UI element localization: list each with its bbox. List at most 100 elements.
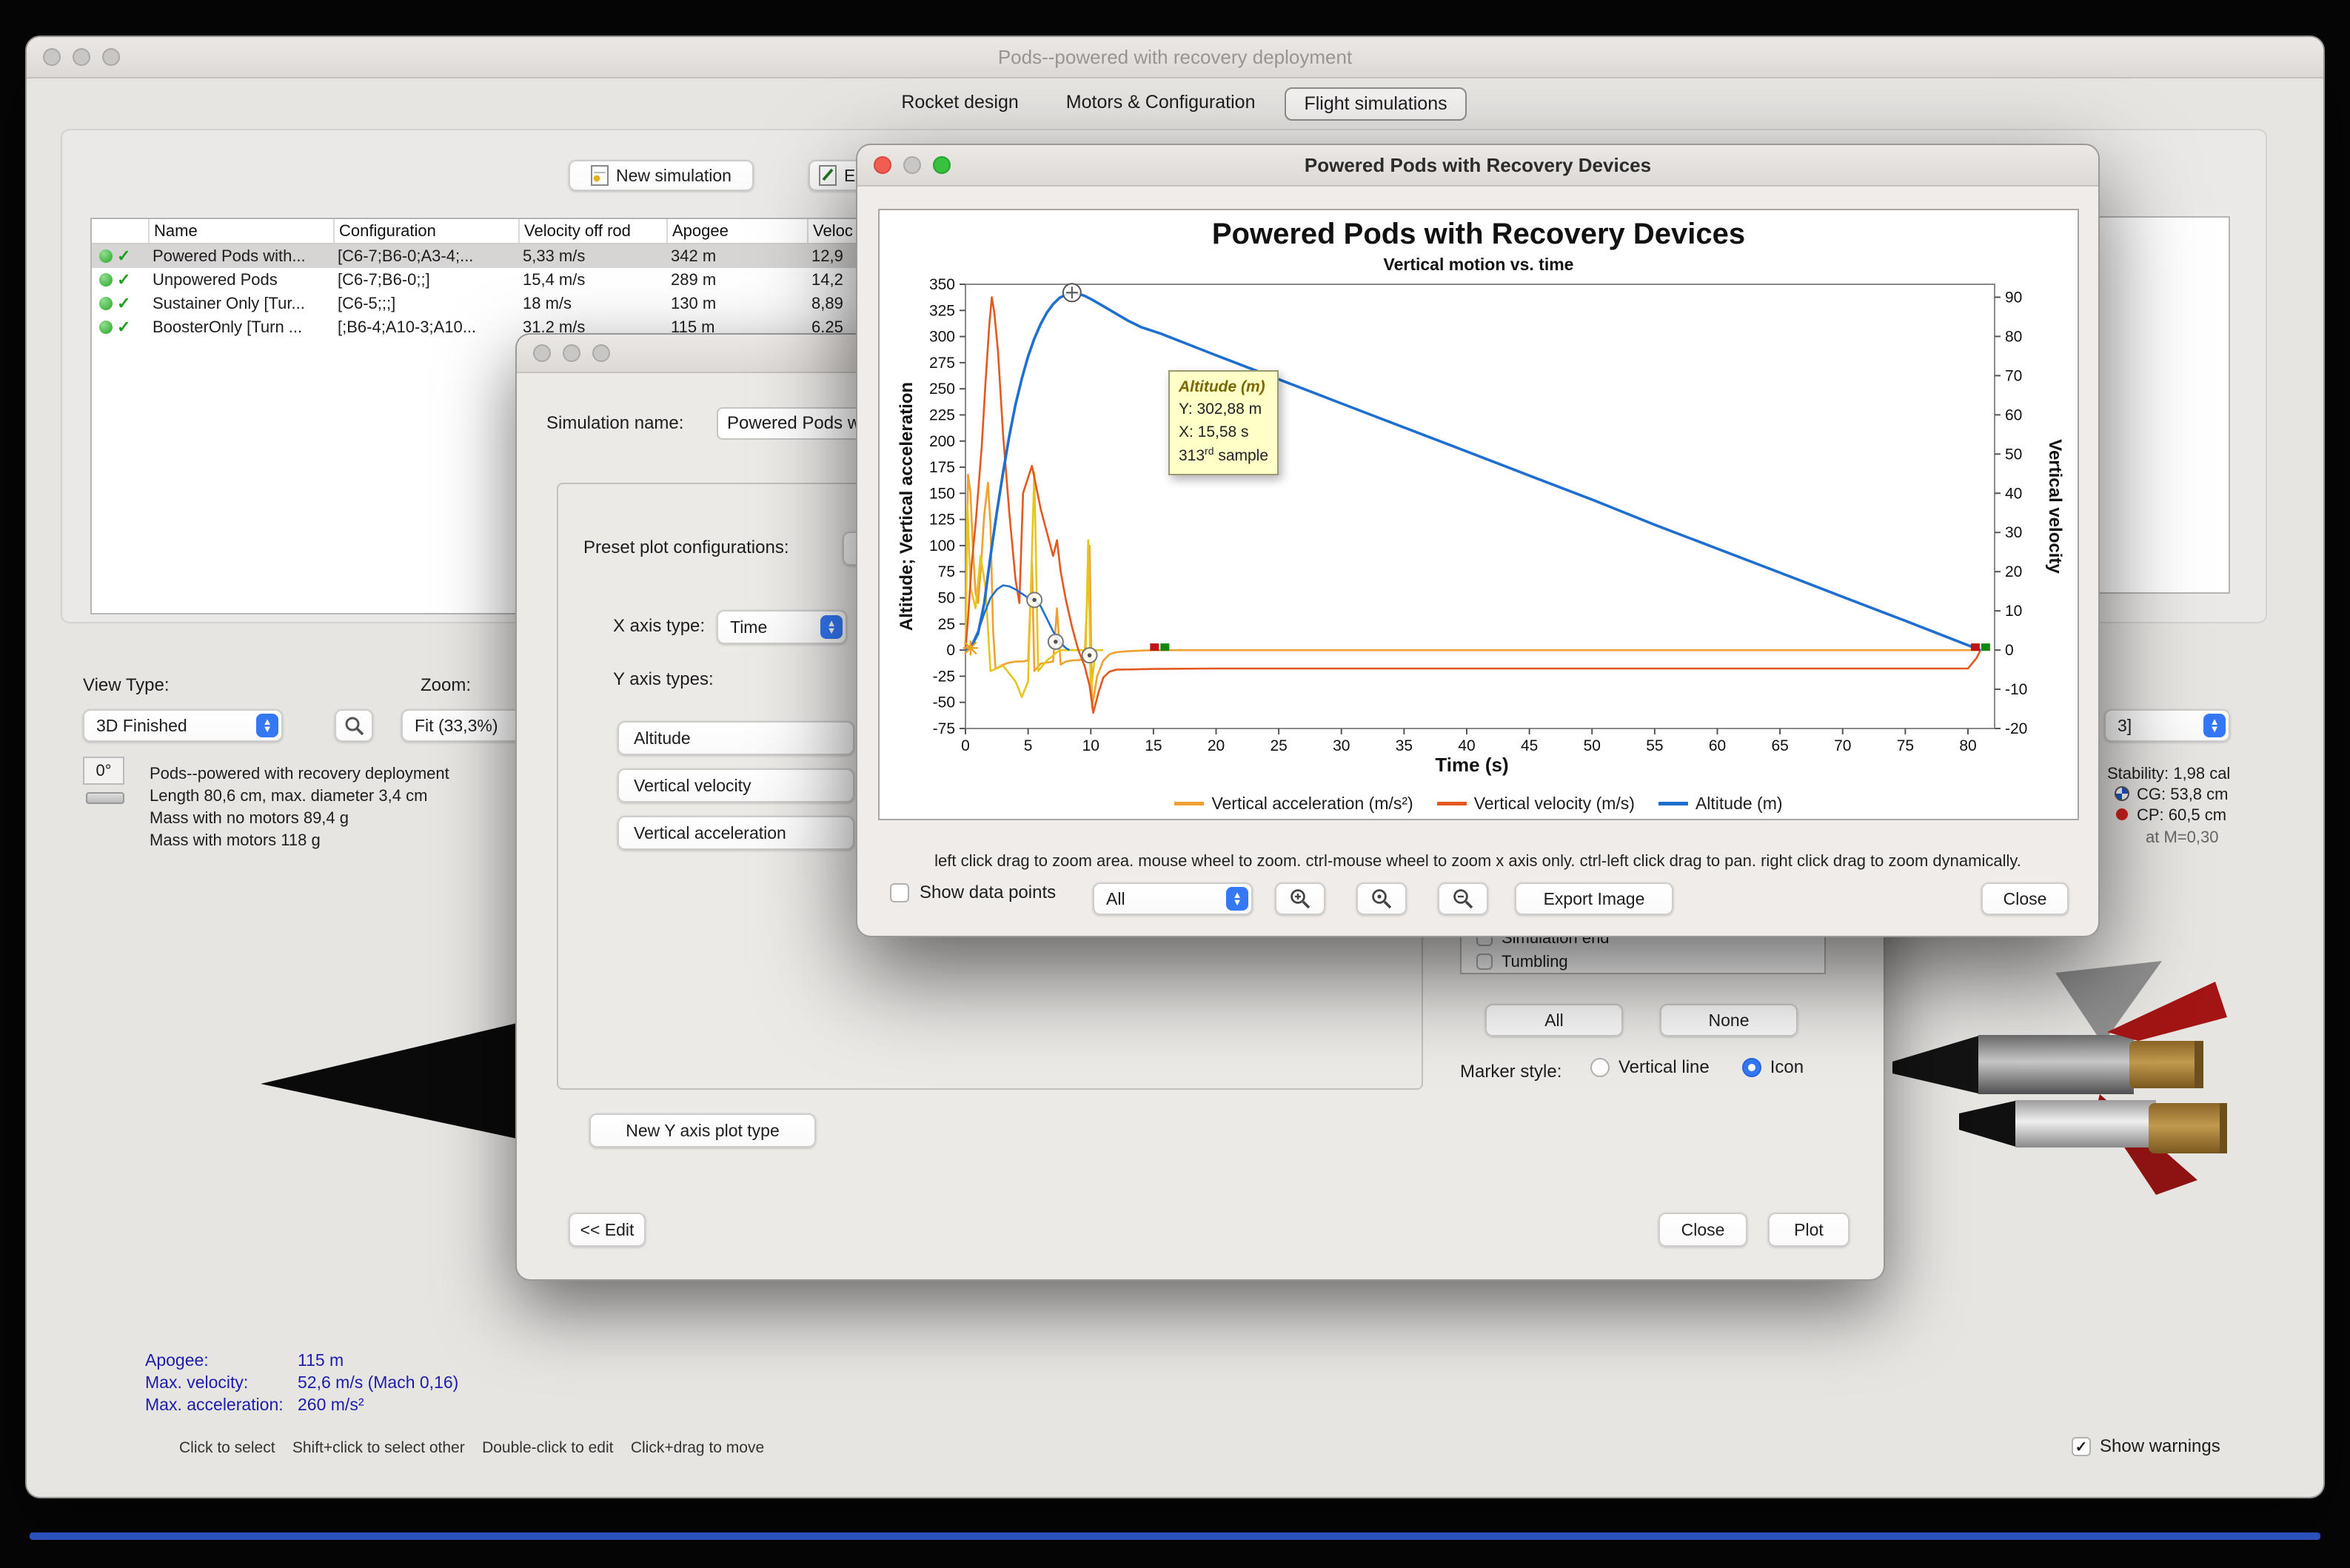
- simulation-name-label: Simulation name:: [546, 413, 684, 433]
- zoom-value: Fit (33,3%): [415, 715, 498, 735]
- svg-text:25: 25: [1270, 737, 1287, 754]
- rotation-angle-value: 0°: [96, 761, 112, 780]
- column-header-velocity-off-rod[interactable]: Velocity off rod: [518, 219, 666, 243]
- rotation-slider[interactable]: [86, 792, 124, 804]
- table-cell: BoosterOnly [Turn ...: [153, 318, 303, 336]
- plot-button[interactable]: Plot: [1768, 1213, 1849, 1247]
- rocket-info-line: Pods--powered with recovery deployment: [150, 764, 449, 783]
- column-header-apogee[interactable]: Apogee: [666, 219, 807, 243]
- zoom-window-button[interactable]: [933, 156, 951, 174]
- zoom-reset-button[interactable]: [1356, 882, 1407, 915]
- table-cell: [C6-5;;;]: [338, 294, 396, 312]
- svg-text:350: 350: [929, 278, 955, 293]
- export-image-button[interactable]: Export Image: [1515, 882, 1673, 915]
- svg-text:25: 25: [938, 616, 955, 633]
- svg-text:80: 80: [2005, 328, 2022, 345]
- zoom-in-button[interactable]: [1275, 882, 1325, 915]
- zoom-out-button[interactable]: [1438, 882, 1488, 915]
- column-header-configuration[interactable]: Configuration: [333, 219, 518, 243]
- event-checkbox[interactable]: [1476, 954, 1493, 970]
- view-type-dropdown[interactable]: 3D Finished ▲ ▼: [83, 709, 283, 742]
- apogee-label: Apogee:: [145, 1350, 209, 1370]
- new-y-axis-plot-type-button[interactable]: New Y axis plot type: [589, 1113, 816, 1147]
- plot-dialog-title: Powered Pods with Recovery Devices: [1304, 153, 1652, 176]
- table-cell: [C6-7;B6-0;;]: [338, 270, 430, 289]
- window-title: Pods--powered with recovery deployment: [997, 45, 1353, 68]
- new-y-axis-label: New Y axis plot type: [626, 1120, 780, 1140]
- tooltip-sample: 313rd sample: [1179, 445, 1269, 465]
- svg-text:70: 70: [1834, 737, 1851, 754]
- show-data-points-control[interactable]: Show data points: [890, 882, 1056, 903]
- plot-dialog: Powered Pods with Recovery Devices Power…: [856, 144, 2100, 937]
- flight-plot-chart[interactable]: 0 5 10 15 20 25 30 35 40 45 50 55 60 65 70 75 80 350 325 30…: [880, 278, 2080, 785]
- chart-panel: Powered Pods with Recovery Devices Verti…: [878, 209, 2079, 820]
- chart-title: Powered Pods with Recovery Devices: [1211, 218, 1746, 250]
- column-header-name[interactable]: Name: [148, 219, 333, 243]
- events-all-button[interactable]: All: [1485, 1004, 1623, 1036]
- svg-text:-50: -50: [933, 694, 955, 711]
- svg-text:60: 60: [1709, 737, 1726, 754]
- legend-item-vertical-acceleration-m-s: Vertical acceleration (m/s²): [1174, 794, 1413, 814]
- column-header-status[interactable]: [92, 219, 148, 243]
- edit-close-label: Close: [1681, 1219, 1725, 1239]
- plot-label: Plot: [1794, 1219, 1824, 1239]
- chart-tooltip: Altitude (m) Y: 302,88 m X: 15,58 s 313r…: [1168, 370, 1279, 475]
- zoom-tool-button[interactable]: [335, 709, 373, 742]
- svg-text:20: 20: [1208, 737, 1225, 754]
- svg-text:15: 15: [1145, 737, 1162, 754]
- x-axis-type-dropdown[interactable]: Time ▲ ▼: [717, 610, 847, 644]
- configuration-value: 3]: [2118, 715, 2132, 735]
- table-cell: 130 m: [671, 294, 717, 312]
- edit-close-button[interactable]: Close: [1658, 1213, 1747, 1247]
- radio-icon[interactable]: [1741, 1058, 1761, 1077]
- edit-simulation-icon: [819, 165, 837, 186]
- svg-text:0: 0: [946, 642, 955, 659]
- y-type-altitude[interactable]: Altitude: [617, 721, 854, 755]
- minimize-window-button[interactable]: [73, 48, 90, 66]
- edit-back-button[interactable]: << Edit: [569, 1213, 646, 1247]
- close-window-button[interactable]: [533, 344, 551, 362]
- check-icon: ✓: [117, 270, 131, 289]
- plot-help-text: left click drag to zoom area. mouse whee…: [934, 851, 2021, 870]
- mach-note: at M=0,30: [2146, 828, 2219, 846]
- show-warnings-control[interactable]: ✓ Show warnings: [2072, 1436, 2220, 1457]
- desktop: { "window": { "title": "Pods--powered wi…: [0, 0, 2350, 1568]
- svg-text:Vertical velocity: Vertical velocity: [2045, 439, 2065, 574]
- tab-rocket-design[interactable]: Rocket design: [883, 87, 1036, 121]
- minimize-window-button[interactable]: [903, 156, 921, 174]
- event-item-tumbling[interactable]: Tumbling: [1476, 952, 1568, 971]
- svg-text:300: 300: [929, 329, 955, 346]
- show-data-points-checkbox[interactable]: [890, 883, 909, 902]
- radio-vertical-line[interactable]: [1590, 1058, 1610, 1077]
- tab-motors-configuration[interactable]: Motors & Configuration: [1048, 87, 1273, 121]
- y-type-vertical-acceleration[interactable]: Vertical acceleration: [617, 816, 854, 850]
- event-label: Tumbling: [1502, 952, 1568, 971]
- svg-text:200: 200: [929, 433, 955, 450]
- legend-swatch: [1436, 802, 1467, 805]
- zoom-window-button[interactable]: [592, 344, 610, 362]
- svg-text:75: 75: [938, 563, 955, 580]
- minimize-window-button[interactable]: [563, 344, 580, 362]
- branch-dropdown[interactable]: All ▲ ▼: [1093, 882, 1253, 915]
- tooltip-x-value: X: 15,58 s: [1179, 423, 1249, 440]
- events-none-label: None: [1708, 1010, 1750, 1030]
- svg-text:35: 35: [1396, 737, 1413, 754]
- edit-simulation-label: E: [844, 165, 856, 185]
- marker-option-vertical-line[interactable]: Vertical line: [1590, 1057, 1710, 1078]
- y-type-vertical-velocity[interactable]: Vertical velocity: [617, 768, 854, 803]
- configuration-dropdown[interactable]: 3] ▲ ▼: [2104, 709, 2230, 742]
- show-warnings-checkbox[interactable]: ✓: [2072, 1437, 2091, 1456]
- tab-flight-simulations[interactable]: Flight simulations: [1285, 87, 1467, 121]
- new-simulation-button[interactable]: New simulation: [569, 160, 754, 191]
- y-axis-type-list: Altitude Vertical velocity Vertical accele…: [617, 721, 854, 850]
- svg-text:65: 65: [1771, 737, 1788, 754]
- events-none-button[interactable]: None: [1660, 1004, 1798, 1036]
- max-acceleration-value: 260 m/s²: [298, 1395, 364, 1414]
- plot-close-button[interactable]: Close: [1981, 882, 2069, 915]
- close-window-button[interactable]: [874, 156, 891, 174]
- rocket-3d-render[interactable]: [1878, 958, 2233, 1210]
- zoom-window-button[interactable]: [102, 48, 120, 66]
- close-window-button[interactable]: [43, 48, 61, 66]
- zoom-out-icon: [1453, 889, 1473, 909]
- marker-option-icon[interactable]: Icon: [1741, 1057, 1804, 1078]
